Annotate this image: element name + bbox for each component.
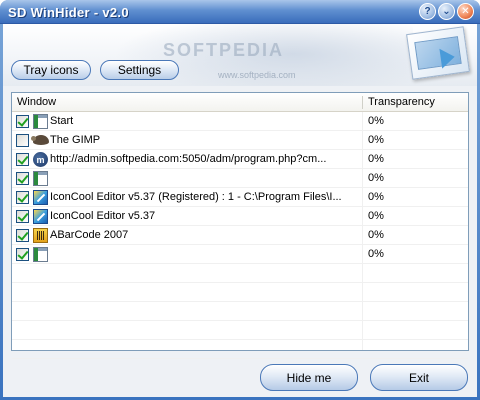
row-window-title: Start xyxy=(50,115,74,127)
watermark-url: www.softpedia.com xyxy=(218,70,296,80)
table-row[interactable]: 0% xyxy=(12,169,468,188)
row-window-title xyxy=(50,169,362,188)
watermark-text: SOFTPEDIA xyxy=(163,40,285,60)
row-transparency[interactable]: 0% xyxy=(368,245,384,264)
mozilla-icon: m xyxy=(33,152,48,167)
window-icon xyxy=(33,247,48,262)
empty-row xyxy=(12,264,468,283)
row-checkbox[interactable] xyxy=(16,115,29,128)
row-window-title: IconCool Editor v5.37 xyxy=(50,210,156,222)
row-checkbox[interactable] xyxy=(16,153,29,166)
row-transparency[interactable]: 0% xyxy=(368,207,384,226)
row-checkbox[interactable] xyxy=(16,134,29,147)
minimize-icon: ⌄ xyxy=(442,5,451,17)
row-transparency[interactable]: 0% xyxy=(368,150,384,169)
close-icon: ✕ xyxy=(461,5,470,17)
abarcode-icon xyxy=(33,228,48,243)
row-transparency[interactable]: 0% xyxy=(368,112,384,131)
list-header: Window Transparency xyxy=(12,93,468,112)
row-checkbox[interactable] xyxy=(16,248,29,261)
settings-button[interactable]: Settings xyxy=(100,60,179,80)
title-bar[interactable]: SD WinHider - v2.0 ? ⌄ ✕ xyxy=(0,0,480,24)
row-transparency[interactable]: 0% xyxy=(368,131,384,150)
empty-row xyxy=(12,340,468,359)
iconcool-icon xyxy=(33,190,48,205)
row-checkbox[interactable] xyxy=(16,229,29,242)
row-window-title: The GIMP xyxy=(50,134,101,146)
table-row[interactable]: The GIMP 0% xyxy=(12,131,468,150)
column-header-window[interactable]: Window xyxy=(12,93,362,112)
row-window-title: IconCool Editor v5.37 (Registered) : 1 -… xyxy=(50,191,342,203)
empty-row xyxy=(12,321,468,340)
table-row[interactable]: IconCool Editor v5.37 0% xyxy=(12,207,468,226)
window-list[interactable]: Window Transparency Start 0% The GIMP 0% m ht… xyxy=(11,92,469,359)
close-button[interactable]: ✕ xyxy=(457,3,474,20)
table-row[interactable]: IconCool Editor v5.37 (Registered) : 1 -… xyxy=(12,188,468,207)
column-header-transparency[interactable]: Transparency xyxy=(363,93,463,112)
row-window-title: http://admin.softpedia.com:5050/adm/prog… xyxy=(50,153,327,165)
row-transparency[interactable]: 0% xyxy=(368,188,384,207)
table-row[interactable]: ABarCode 2007 0% xyxy=(12,226,468,245)
row-window-title: ABarCode 2007 xyxy=(50,229,129,241)
help-button[interactable]: ? xyxy=(419,3,436,20)
iconcool-icon xyxy=(33,209,48,224)
window-icon xyxy=(33,171,48,186)
row-checkbox[interactable] xyxy=(16,172,29,185)
table-row[interactable]: Start 0% xyxy=(12,112,468,131)
empty-row xyxy=(12,283,468,302)
table-row[interactable]: m http://admin.softpedia.com:5050/adm/pro… xyxy=(12,150,468,169)
tray-icons-button[interactable]: Tray icons xyxy=(11,60,91,80)
row-checkbox[interactable] xyxy=(16,191,29,204)
row-transparency[interactable]: 0% xyxy=(368,226,384,245)
empty-row xyxy=(12,302,468,321)
window-icon xyxy=(33,114,48,129)
app-window: SD WinHider - v2.0 ? ⌄ ✕ SOFTPEDIA www.s… xyxy=(0,0,480,400)
gimp-icon xyxy=(31,135,49,145)
row-checkbox[interactable] xyxy=(16,210,29,223)
table-row[interactable]: 0% xyxy=(12,245,468,264)
hide-me-button[interactable]: Hide me xyxy=(260,364,358,391)
row-transparency[interactable]: 0% xyxy=(368,169,384,188)
row-window-title xyxy=(50,245,362,264)
window-title: SD WinHider - v2.0 xyxy=(8,5,129,20)
app-logo-icon xyxy=(406,26,470,80)
minimize-button[interactable]: ⌄ xyxy=(438,3,455,20)
client-area: SOFTPEDIA www.softpedia.com Tray icons S… xyxy=(3,24,477,397)
exit-button[interactable]: Exit xyxy=(370,364,468,391)
help-icon: ? xyxy=(424,5,431,17)
